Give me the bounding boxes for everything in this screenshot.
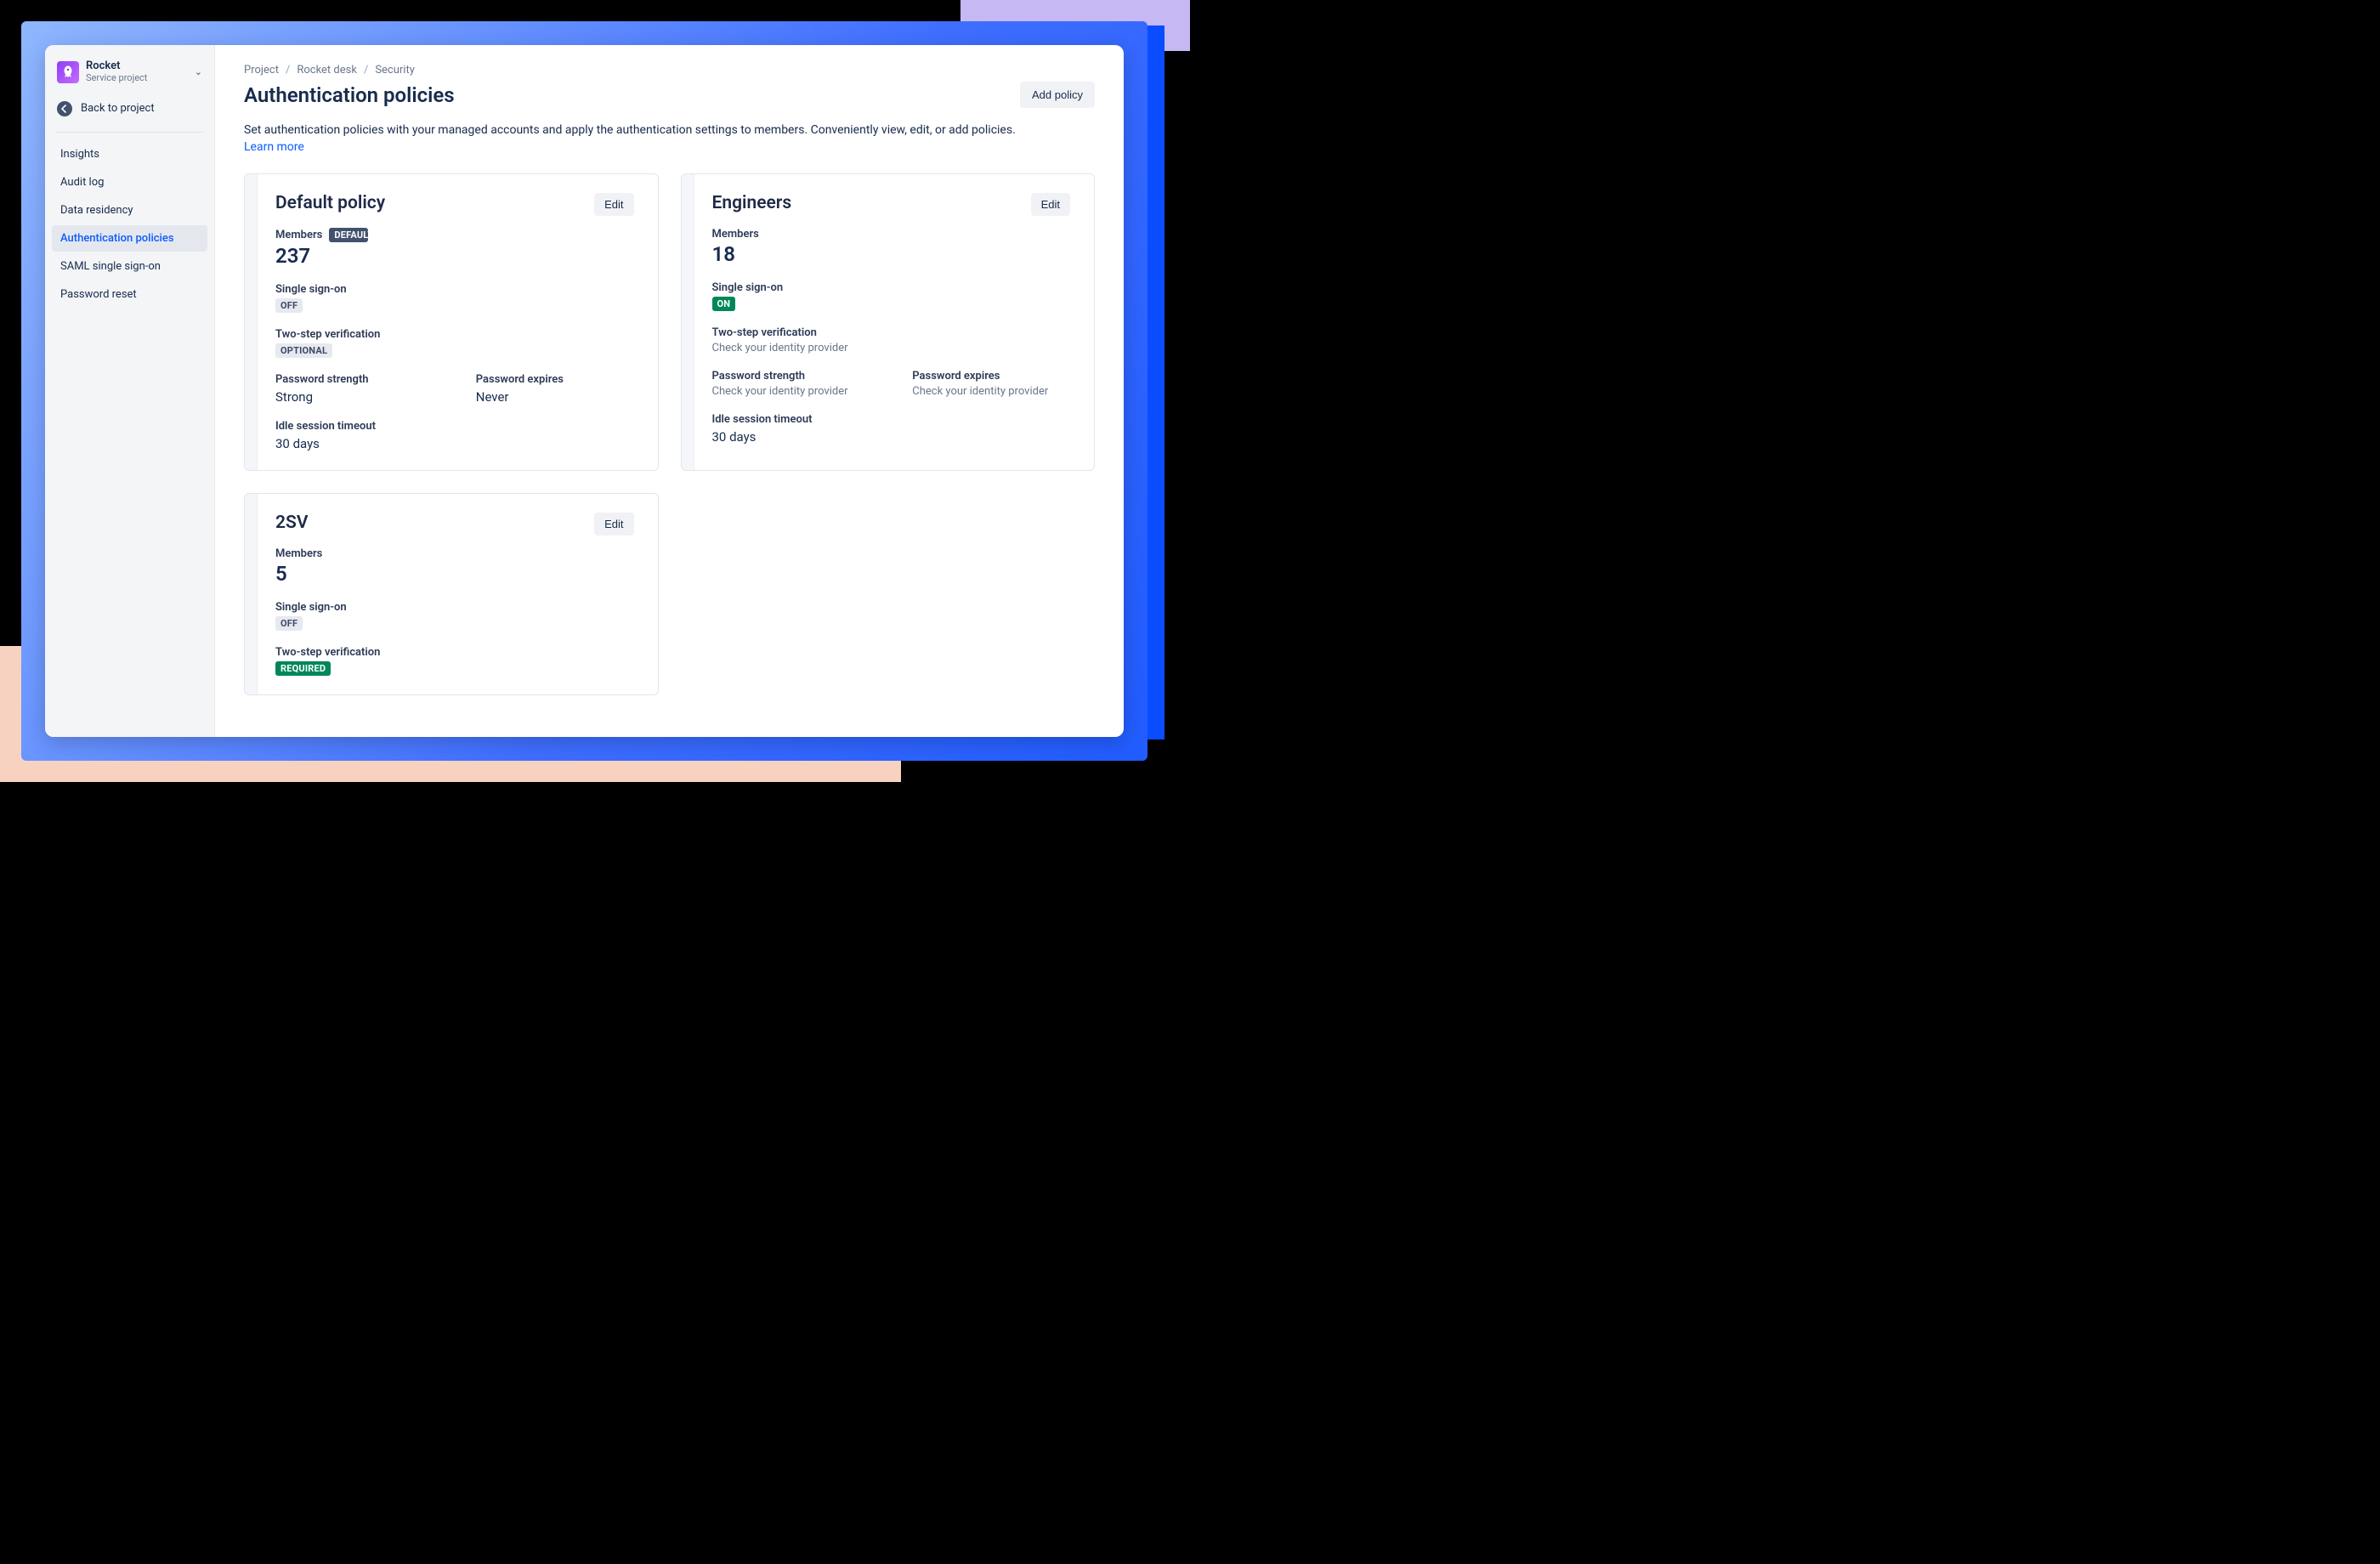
sidebar-item-password-reset[interactable]: Password reset (52, 281, 207, 308)
pw-expires-note: Check your identity provider (912, 385, 1070, 398)
sidebar-nav: Insights Audit log Data residency Authen… (52, 141, 207, 308)
policy-title: 2SV (275, 513, 308, 533)
pw-strength-value: Strong (275, 389, 434, 405)
outer-frame: Rocket Service project ⌄ Back to project… (21, 21, 1148, 761)
sidebar-item-insights[interactable]: Insights (52, 141, 207, 167)
members-label: Members (712, 228, 1071, 241)
members-count: 237 (275, 244, 634, 268)
policies-grid: Default policy Edit Members DEFAULT 237 … (244, 173, 1095, 695)
rocket-icon (57, 61, 79, 83)
arrow-left-icon (57, 101, 72, 116)
edit-policy-button[interactable]: Edit (1031, 193, 1070, 216)
pw-expires-label: Password expires (912, 370, 1070, 382)
members-label: Members (275, 547, 634, 560)
breadcrumb-item[interactable]: Rocket desk (297, 64, 357, 76)
policy-title: Engineers (712, 193, 792, 213)
back-to-project-link[interactable]: Back to project (52, 93, 207, 128)
breadcrumb: Project / Rocket desk / Security (244, 64, 1095, 76)
breadcrumb-item[interactable]: Security (375, 64, 415, 76)
policy-card-default: Default policy Edit Members DEFAULT 237 … (244, 173, 659, 471)
sso-badge: OFF (275, 298, 303, 313)
idle-label: Idle session timeout (712, 413, 1071, 426)
project-name: Rocket (86, 60, 188, 73)
policy-card-2sv: 2SV Edit Members 5 Single sign-on OFF Tw… (244, 493, 659, 695)
pw-expires-label: Password expires (476, 373, 634, 386)
sidebar: Rocket Service project ⌄ Back to project… (45, 45, 215, 737)
twostep-note: Check your identity provider (712, 342, 1071, 354)
policy-title: Default policy (275, 193, 385, 213)
chevron-down-icon: ⌄ (195, 66, 202, 77)
project-type: Service project (86, 73, 188, 84)
learn-more-link[interactable]: Learn more (244, 140, 304, 154)
members-count: 5 (275, 562, 634, 586)
default-badge: DEFAULT (329, 228, 368, 242)
sidebar-item-saml-sso[interactable]: SAML single sign-on (52, 253, 207, 280)
sso-badge: ON (712, 297, 736, 311)
members-label: Members DEFAULT (275, 228, 634, 242)
breadcrumb-sep: / (364, 64, 368, 76)
app-window: Rocket Service project ⌄ Back to project… (45, 45, 1124, 737)
breadcrumb-sep: / (286, 64, 290, 76)
sso-label: Single sign-on (712, 281, 1071, 294)
sso-label: Single sign-on (275, 283, 634, 296)
idle-value: 30 days (275, 436, 634, 451)
add-policy-button[interactable]: Add policy (1020, 82, 1095, 108)
twostep-label: Two-step verification (275, 328, 634, 341)
edit-policy-button[interactable]: Edit (594, 513, 633, 536)
pw-strength-label: Password strength (712, 370, 870, 382)
divider (55, 132, 204, 133)
pw-strength-note: Check your identity provider (712, 385, 870, 398)
policy-card-engineers: Engineers Edit Members 18 Single sign-on… (681, 173, 1096, 471)
twostep-badge: REQUIRED (275, 661, 331, 676)
edit-policy-button[interactable]: Edit (594, 193, 633, 216)
twostep-label: Two-step verification (712, 326, 1071, 339)
back-label: Back to project (81, 102, 155, 115)
page-description: Set authentication policies with your ma… (244, 122, 1026, 156)
twostep-badge: OPTIONAL (275, 343, 332, 358)
idle-value: 30 days (712, 429, 1071, 445)
main-content: Project / Rocket desk / Security Authent… (215, 45, 1124, 737)
page-title: Authentication policies (244, 83, 455, 107)
twostep-label: Two-step verification (275, 646, 634, 659)
sso-label: Single sign-on (275, 601, 634, 614)
description-text: Set authentication policies with your ma… (244, 123, 1016, 137)
pw-expires-value: Never (476, 389, 634, 405)
sidebar-item-data-residency[interactable]: Data residency (52, 197, 207, 224)
project-selector[interactable]: Rocket Service project ⌄ (52, 57, 207, 93)
members-count: 18 (712, 242, 1071, 266)
sidebar-item-audit-log[interactable]: Audit log (52, 169, 207, 196)
idle-label: Idle session timeout (275, 420, 634, 433)
sidebar-item-authentication-policies[interactable]: Authentication policies (52, 225, 207, 252)
sso-badge: OFF (275, 616, 303, 631)
breadcrumb-item[interactable]: Project (244, 64, 279, 76)
pw-strength-label: Password strength (275, 373, 434, 386)
